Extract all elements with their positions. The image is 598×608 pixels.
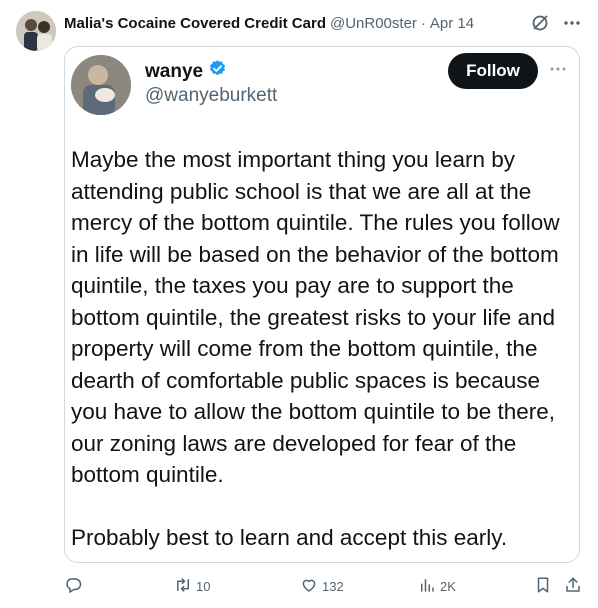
tweet-date[interactable]: Apr 14 xyxy=(430,15,474,32)
more-icon[interactable] xyxy=(562,13,582,33)
views-button[interactable]: 2K xyxy=(418,574,456,598)
retweet-button[interactable]: 10 xyxy=(174,574,210,598)
quoted-tweet-card[interactable]: wanye @wanyeburkett Follow Maybe the mos… xyxy=(64,46,580,563)
author-handle[interactable]: @UnR00ster xyxy=(330,15,417,32)
reply-icon xyxy=(64,576,82,597)
quoted-author-name[interactable]: wanye xyxy=(145,61,203,83)
tweet-actions: 10 132 2K xyxy=(64,574,584,598)
analytics-icon xyxy=(418,576,436,597)
follow-button[interactable]: Follow xyxy=(448,53,538,89)
heart-icon xyxy=(300,576,318,597)
quoted-author-name-row[interactable]: wanye xyxy=(145,59,227,84)
quoted-more-icon[interactable] xyxy=(549,61,567,76)
bookmark-icon xyxy=(534,576,552,597)
quoted-author-handle[interactable]: @wanyeburkett xyxy=(145,85,277,107)
author-avatar[interactable] xyxy=(16,11,56,51)
share-icon xyxy=(564,576,582,597)
verified-badge-icon xyxy=(208,59,227,84)
quoted-paragraph: Maybe the most important thing you learn… xyxy=(71,147,560,487)
separator-dot: · xyxy=(420,14,426,32)
retweet-count: 10 xyxy=(196,578,211,594)
share-button[interactable] xyxy=(564,574,582,598)
like-count: 132 xyxy=(322,578,344,594)
view-count: 2K xyxy=(440,578,456,594)
retweet-icon xyxy=(174,576,192,597)
quoted-paragraph: Probably best to learn and accept this e… xyxy=(71,524,508,550)
tweet-header: Malia's Cocaine Covered Credit Card @UnR… xyxy=(64,13,582,33)
quoted-tweet-text: Maybe the most important thing you learn… xyxy=(71,144,573,553)
grok-icon[interactable] xyxy=(530,13,550,33)
like-button[interactable]: 132 xyxy=(300,574,344,598)
author-name[interactable]: Malia's Cocaine Covered Credit Card xyxy=(64,15,326,32)
quoted-author-avatar[interactable] xyxy=(71,55,131,115)
bookmark-button[interactable] xyxy=(534,574,552,598)
reply-button[interactable] xyxy=(64,574,82,598)
